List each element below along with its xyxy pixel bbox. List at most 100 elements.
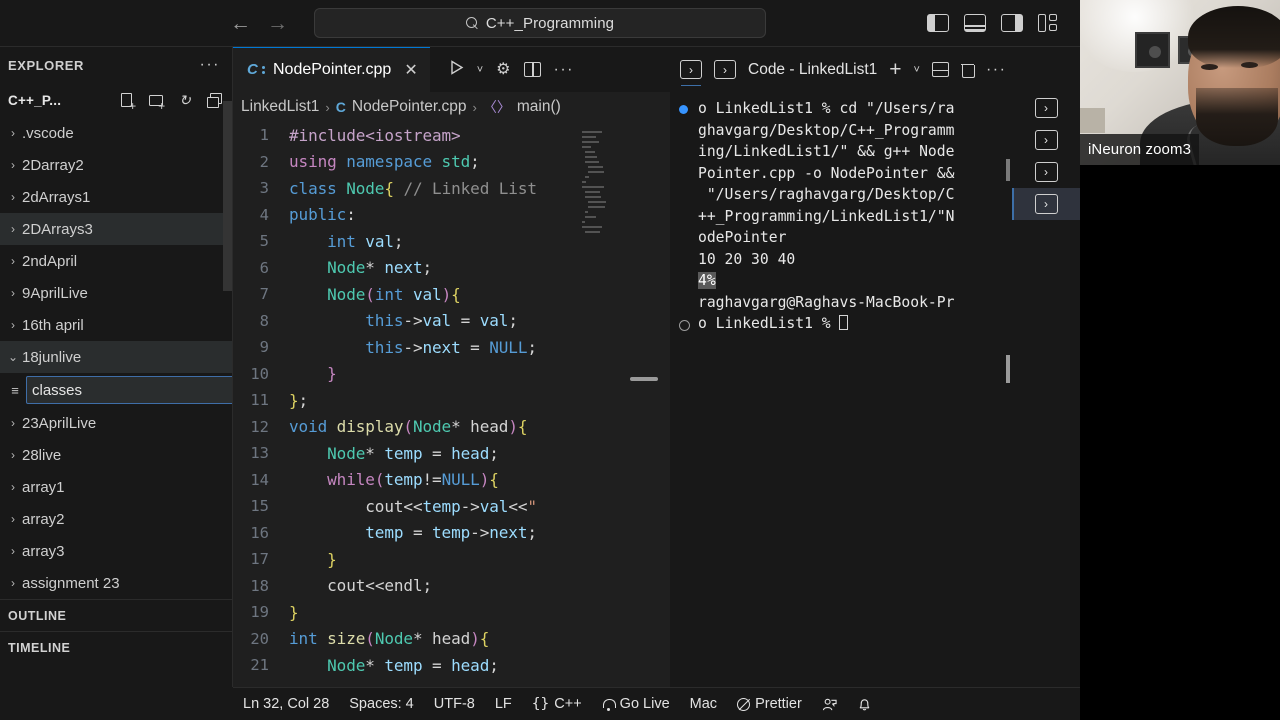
split-editor-icon[interactable] [523,62,541,77]
terminal-more-icon[interactable]: ··· [986,61,1006,77]
code-line[interactable]: 10 } [233,361,670,388]
code-editor[interactable]: 1 #include<iostream> 2 using namespace std;… [233,122,670,687]
toggle-secondary-sidebar-icon[interactable] [1001,14,1023,32]
code-line[interactable]: 6 Node* next; [233,255,670,282]
terminal-output[interactable]: o LinkedList1 % cd "/Users/ra ghavgarg/De… [670,92,1012,687]
sidebar-item-9aprillive[interactable]: › 9AprilLive [0,277,232,309]
gear-icon[interactable]: ⚙ [496,61,510,78]
toggle-panel-icon[interactable] [964,14,986,32]
sidebar-item-28live[interactable]: › 28live [0,439,232,471]
sidebar-item-label: array1 [22,478,65,496]
terminal-instance-3[interactable]: › [1012,156,1080,188]
collapse-folders-icon[interactable] [206,92,222,108]
terminal-instance-1[interactable]: › [1012,92,1080,124]
refresh-icon[interactable]: ↻ [177,92,193,108]
code-line[interactable]: 8 this->val = val; [233,308,670,335]
forward-icon[interactable]: → [267,13,288,34]
terminal-scrollbar-top[interactable] [1006,159,1010,181]
code-line[interactable]: 15 cout<<temp->val<<" [233,493,670,520]
sidebar-item-2darrays3[interactable]: › 2DArrays3 [0,213,232,245]
status-notifications[interactable] [847,697,882,712]
sidebar-item-23aprillive[interactable]: › 23AprilLive [0,407,232,439]
code-line-text: } [327,364,337,384]
code-line[interactable]: 20 int size(Node* head){ [233,626,670,653]
code-line[interactable]: 2 using namespace std; [233,149,670,176]
breadcrumb-symbol[interactable]: main() [517,98,561,116]
timeline-section[interactable]: TIMELINE [0,631,232,663]
status-indentation[interactable]: Spaces: 4 [339,696,424,712]
new-terminal-icon[interactable]: + [889,59,901,80]
terminal-instance-4[interactable]: › [1012,188,1080,220]
breadcrumb-file[interactable]: NodePointer.cpp [352,98,467,116]
status-prettier[interactable]: Prettier [727,696,812,712]
new-folder-icon[interactable] [148,92,165,112]
code-line[interactable]: 1 #include<iostream> [233,122,670,149]
split-terminal-icon[interactable] [931,62,949,77]
code-line[interactable]: 16 temp = temp->next; [233,520,670,547]
code-line[interactable]: 11}; [233,387,670,414]
sidebar-item-18junlive[interactable]: ⌄ 18junlive [0,341,232,373]
kill-terminal-icon[interactable] [960,62,975,78]
sidebar-item-2darrays1[interactable]: › 2dArrays1 [0,181,232,213]
status-encoding[interactable]: UTF-8 [424,696,485,712]
code-line[interactable]: 3 class Node{ // Linked List [233,175,670,202]
code-line[interactable]: 13 Node* temp = head; [233,440,670,467]
code-line[interactable]: 14 while(temp!=NULL){ [233,467,670,494]
outline-section[interactable]: OUTLINE [0,599,232,631]
command-center-search[interactable]: C++_Programming [314,8,766,38]
status-platform[interactable]: Mac [680,696,727,712]
code-line[interactable]: 12 void display(Node* head){ [233,414,670,441]
tab-nodepointer-cpp[interactable]: NodePointer.cpp ✕ [233,47,430,92]
run-code-icon[interactable] [450,59,464,80]
new-item-name-input[interactable] [26,376,232,404]
code-line[interactable]: 17 } [233,546,670,573]
code-line[interactable]: 9 this->next = NULL; [233,334,670,361]
symbol-cube-icon: 〈〉 [482,99,511,115]
status-language-mode[interactable]: {} C++ [522,696,592,712]
new-item-input-row[interactable]: ≡ [0,373,232,407]
code-line[interactable]: 19} [233,599,670,626]
customize-layout-icon[interactable] [1038,14,1058,32]
sidebar-item-.vscode[interactable]: › .vscode [0,117,232,149]
code-line[interactable]: 5 int val; [233,228,670,255]
terminal-instance-2[interactable]: › [1012,124,1080,156]
code-line[interactable]: 21 Node* temp = head; [233,652,670,679]
terminal-icon[interactable]: › [680,60,702,86]
editor-scrollbar[interactable] [630,377,658,381]
editor-more-icon[interactable]: ··· [554,61,574,77]
code-line-text: Node* next; [327,258,433,278]
close-icon[interactable]: ✕ [404,60,417,80]
terminal-tab-icon[interactable]: › [714,60,736,79]
sidebar-item-2ndapril[interactable]: › 2ndApril [0,245,232,277]
terminal-line: o LinkedList1 % [670,313,1012,335]
project-root-row[interactable]: C++_P... ↻ [0,83,232,117]
status-account[interactable] [812,697,847,712]
breadcrumb-folder[interactable]: LinkedList1 [241,98,319,116]
wall-picture-1 [1135,32,1170,68]
sidebar-item-label: 2dArrays1 [22,188,91,206]
code-line-text: void display(Node* head){ [289,417,528,437]
run-dropdown-icon[interactable]: ˅ [477,64,483,76]
chevron-icon: › [11,576,15,590]
new-file-icon[interactable] [119,92,136,112]
search-icon [465,16,479,30]
sidebar-item-2darray2[interactable]: › 2Darray2 [0,149,232,181]
line-number: 20 [250,629,269,648]
new-terminal-dropdown-icon[interactable]: ˅ [914,64,920,76]
sidebar-item-array2[interactable]: › array2 [0,503,232,535]
status-go-live[interactable]: Go Live [592,696,680,712]
toggle-primary-sidebar-icon[interactable] [927,14,949,32]
status-cursor-position[interactable]: Ln 32, Col 28 [233,696,339,712]
code-line[interactable]: 4 public: [233,202,670,229]
back-icon[interactable]: ← [230,13,251,34]
sidebar-item-array3[interactable]: › array3 [0,535,232,567]
code-line[interactable]: 7 Node(int val){ [233,281,670,308]
explorer-more-icon[interactable]: ··· [200,57,220,73]
sidebar-scrollbar[interactable] [223,101,232,291]
sidebar-item-array1[interactable]: › array1 [0,471,232,503]
status-eol[interactable]: LF [485,696,522,712]
sidebar-item-16th-april[interactable]: › 16th april [0,309,232,341]
sidebar-item-assignment-23[interactable]: › assignment 23 [0,567,232,599]
terminal-scrollbar[interactable] [1006,355,1010,383]
code-line[interactable]: 18 cout<<endl; [233,573,670,600]
